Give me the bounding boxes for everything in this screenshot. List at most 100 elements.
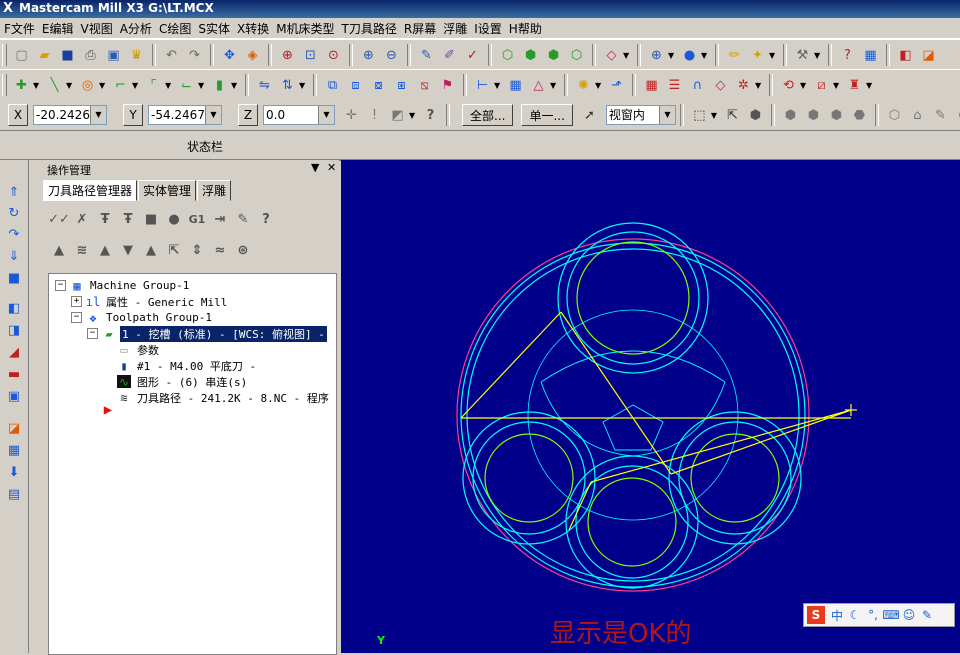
ime-mode[interactable]: 中 <box>830 607 844 624</box>
house-icon[interactable]: ⌂ <box>907 105 928 126</box>
chevron-down-icon[interactable]: ▼ <box>299 81 307 90</box>
chevron-down-icon[interactable]: ▼ <box>658 106 675 124</box>
chevron-down-icon[interactable]: ▼ <box>90 106 106 124</box>
redo-icon[interactable]: ↷ <box>184 45 205 66</box>
select-all-button[interactable]: 全部... <box>462 104 514 126</box>
chevron-down-icon[interactable]: ▼ <box>33 81 41 90</box>
translate-icon[interactable]: ⇅ <box>277 75 298 96</box>
expand-icon[interactable]: + <box>71 296 82 307</box>
boolean-icon[interactable]: ◪ <box>5 420 23 436</box>
front-view-icon[interactable]: ⬢ <box>543 45 564 66</box>
tab-solid-manager[interactable]: 实体管理 <box>138 180 197 201</box>
chevron-down-icon[interactable]: ▼ <box>814 51 822 60</box>
fast-point-icon[interactable]: ✛ <box>341 105 362 126</box>
verify-ops-icon[interactable]: ● <box>164 209 184 229</box>
grid-icon[interactable]: ▦ <box>505 75 526 96</box>
tag-icon[interactable]: ◇ <box>710 75 731 96</box>
wrench-icon[interactable]: ✎ <box>920 608 934 622</box>
toolbar-grip[interactable] <box>2 74 7 96</box>
cube-select-icon[interactable]: ⬡ <box>884 105 905 126</box>
post-ops-icon[interactable]: ⇥ <box>210 209 230 229</box>
tree-row-insert-arrow[interactable]: ▶ <box>101 402 119 418</box>
chevron-down-icon[interactable]: ▼ <box>165 81 173 90</box>
tab-art[interactable]: 浮雕 <box>197 180 232 201</box>
highfeed-icon[interactable]: ✎ <box>233 209 253 229</box>
x-button[interactable]: X <box>8 104 28 126</box>
menu-toolpaths[interactable]: T刀具路径 <box>338 20 400 37</box>
y-button[interactable]: Y <box>123 104 143 126</box>
zoom-window-icon[interactable]: ⊕ <box>277 45 298 66</box>
repaint-icon[interactable]: ◈ <box>242 45 263 66</box>
pencil-icon[interactable]: ✏ <box>724 45 745 66</box>
move-up-icon[interactable]: ⇑ <box>5 184 23 200</box>
circle-icon[interactable]: ◎ <box>77 75 98 96</box>
cylinder-icon[interactable]: ▮ <box>209 75 230 96</box>
regen-dirty-icon[interactable]: Ŧ <box>118 209 138 229</box>
help-icon[interactable]: ? <box>256 209 276 229</box>
chevron-down-icon[interactable]: ▼ <box>623 51 631 60</box>
layers-icon[interactable]: ▤ <box>5 486 23 502</box>
mill-icon[interactable]: ◧ <box>895 45 916 66</box>
save-icon[interactable]: ■ <box>57 45 78 66</box>
insert-arrow-icon[interactable]: ⇱ <box>164 240 184 260</box>
toggle-display-icon[interactable]: ≋ <box>72 240 92 260</box>
move-up-arrow-icon[interactable]: ▲ <box>141 240 161 260</box>
pan-icon[interactable]: ✥ <box>219 45 240 66</box>
z-coordinate-field[interactable]: 0.0 ▼ <box>263 105 335 125</box>
chevron-down-icon[interactable]: ▼ <box>132 81 140 90</box>
chevron-down-icon[interactable]: ▼ <box>595 81 603 90</box>
deselect-ops-icon[interactable]: ✗ <box>72 209 92 229</box>
chevron-down-icon[interactable]: ▼ <box>198 81 206 90</box>
menu-solids[interactable]: S实体 <box>194 20 233 37</box>
move-down-icon[interactable]: ⇓ <box>5 248 23 264</box>
post-icon[interactable]: ✓ <box>462 45 483 66</box>
collapse-icon[interactable]: − <box>71 312 82 323</box>
menu-settings[interactable]: I设置 <box>470 20 505 37</box>
triangle-icon[interactable]: △ <box>528 75 549 96</box>
backplot-ops-icon[interactable]: ■ <box>141 209 161 229</box>
trophy-icon[interactable]: ♛ <box>126 45 147 66</box>
dimension-icon[interactable]: ⊢ <box>472 75 493 96</box>
face-filter-icon[interactable]: ⬢ <box>803 105 824 126</box>
sweep-icon[interactable]: ◢ <box>5 344 23 360</box>
scale-icon[interactable]: ⧇ <box>368 75 389 96</box>
print-icon[interactable]: ⎙ <box>80 45 101 66</box>
rotate-view-icon[interactable]: ⟲ <box>778 75 799 96</box>
stretch-icon[interactable]: ⧅ <box>414 75 435 96</box>
punctuation-icon[interactable]: °, <box>866 608 880 622</box>
offset-icon[interactable]: ⧉ <box>322 75 343 96</box>
chevron-down-icon[interactable]: ▼ <box>755 81 763 90</box>
menu-analyze[interactable]: A分析 <box>116 20 155 37</box>
wrench-icon[interactable]: ⚒ <box>792 45 813 66</box>
flag-icon[interactable]: ⚑ <box>437 75 458 96</box>
chevron-down-icon[interactable]: ▼ <box>99 81 107 90</box>
tab-toolpath-manager[interactable]: 刀具路径管理器 <box>43 180 138 201</box>
line-icon[interactable]: ╲ <box>44 75 65 96</box>
solid-filter-icon[interactable]: ⬢ <box>780 105 801 126</box>
lightbulb-icon[interactable]: ✺ <box>573 75 594 96</box>
y-coordinate-field[interactable]: -54.24678 ▼ <box>148 105 222 125</box>
print-preview-icon[interactable]: ▣ <box>103 45 124 66</box>
select-single-button[interactable]: 单一... <box>521 104 573 126</box>
body-filter-icon[interactable]: ⬣ <box>849 105 870 126</box>
scroll-icon[interactable]: ⇕ <box>187 240 207 260</box>
selection-mode-select[interactable]: 视窗内 ▼ <box>605 105 676 125</box>
tree-row-operation[interactable]: − ▰ 1 - 挖槽 (标准) - [WCS: 俯视图] - <box>87 325 327 342</box>
chevron-down-icon[interactable]: ▼ <box>866 81 874 90</box>
panel-close-icon[interactable]: ✕ <box>327 161 336 174</box>
undo-icon[interactable]: ↶ <box>161 45 182 66</box>
chevron-down-icon[interactable]: ▼ <box>711 111 719 120</box>
stop-icon[interactable]: ⊘ <box>953 105 960 126</box>
backplot-icon[interactable]: ✎ <box>416 45 437 66</box>
table-icon[interactable]: ▦ <box>641 75 662 96</box>
rectangle-icon[interactable]: ⌜ <box>143 75 164 96</box>
collapse-icon[interactable]: − <box>87 328 98 339</box>
exclaim-icon[interactable]: ! <box>364 105 385 126</box>
paint-icon[interactable]: ♜ <box>844 75 865 96</box>
chevron-down-icon[interactable]: ▼ <box>668 51 676 60</box>
tree-row-tool[interactable]: ▮ #1 - M4.00 平底刀 - <box>117 358 258 373</box>
menu-create[interactable]: C绘图 <box>155 20 194 37</box>
link-icon[interactable]: ⊛ <box>233 240 253 260</box>
edge-filter-icon[interactable]: ⬢ <box>826 105 847 126</box>
select-all-ops-icon[interactable]: ✓✓ <box>48 209 70 229</box>
